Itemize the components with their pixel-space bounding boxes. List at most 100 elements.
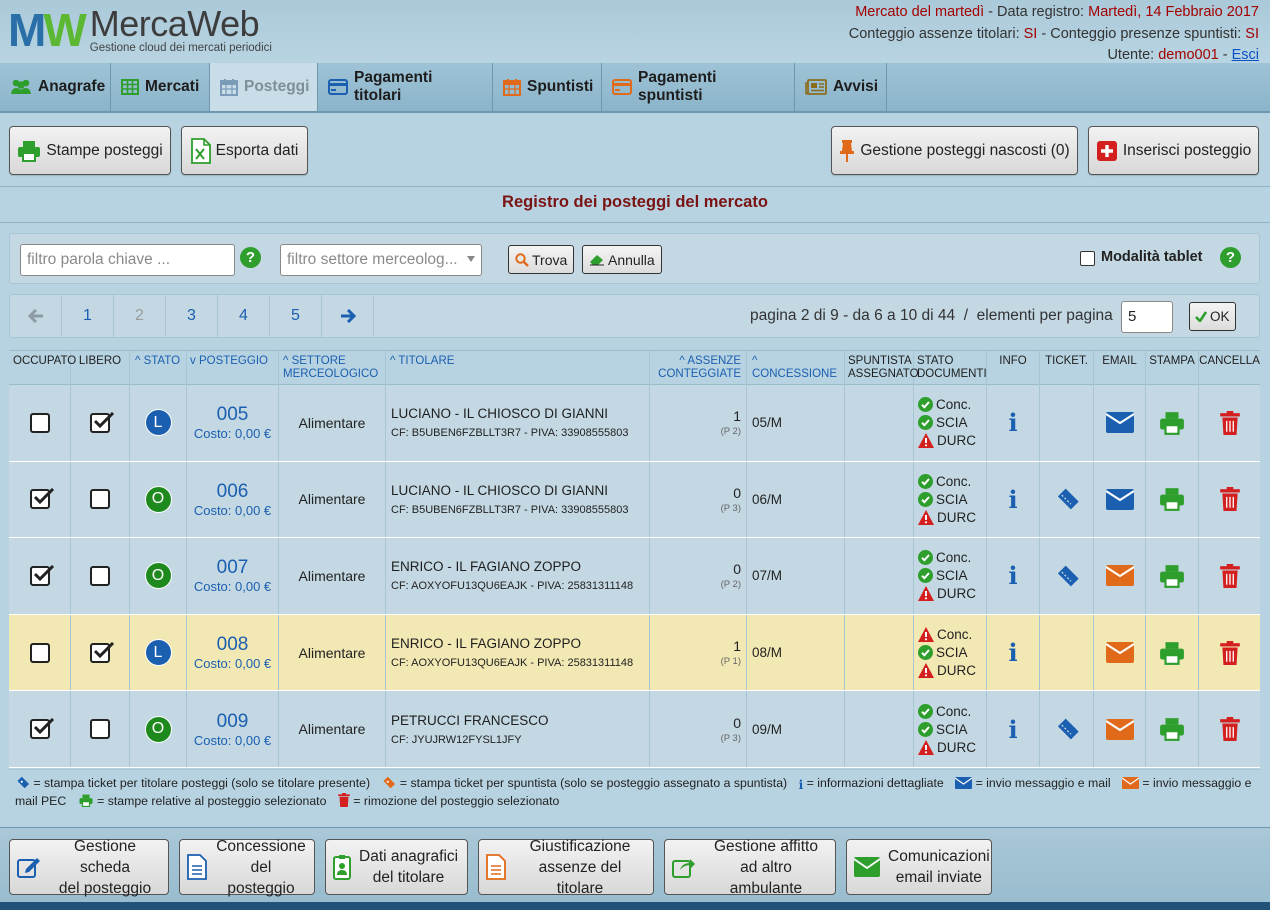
table-row[interactable]: O 007 Costo: 0,00 € Alimentare ENRICO - IL F… xyxy=(9,538,1260,615)
cancel-filter-button[interactable]: Annulla xyxy=(582,245,662,274)
info-icon[interactable]: i xyxy=(1008,715,1017,744)
printer-icon[interactable] xyxy=(1159,411,1185,435)
holder-data-button[interactable]: Dati anagrafici del titolare xyxy=(325,839,468,895)
col-header-posteggio[interactable]: v POSTEGGIO xyxy=(187,351,279,386)
sent-emails-button[interactable]: Comunicazioni email inviate xyxy=(846,839,992,895)
occupied-checkbox[interactable] xyxy=(29,488,54,510)
col-header-email: EMAIL xyxy=(1094,351,1146,386)
info-icon[interactable]: i xyxy=(1008,561,1017,590)
occupied-checkbox[interactable] xyxy=(29,718,54,740)
help-icon[interactable]: ? xyxy=(240,247,261,268)
info-icon[interactable]: i xyxy=(1008,408,1017,437)
printer-icon[interactable] xyxy=(1159,564,1185,588)
table-row[interactable]: L 008 Costo: 0,00 € Alimentare ENRICO - IL F… xyxy=(9,614,1260,692)
printer-icon[interactable] xyxy=(1159,641,1185,665)
occupied-checkbox[interactable] xyxy=(29,642,50,663)
insert-stall-button[interactable]: Inserisci posteggio xyxy=(1088,126,1259,175)
envelope-icon[interactable] xyxy=(1105,718,1134,740)
sector-filter-select[interactable]: filtro settore merceolog... xyxy=(280,244,482,276)
trash-icon[interactable] xyxy=(1219,563,1240,588)
main-nav: Anagrafe Mercati Posteggi Pagamenti tito… xyxy=(0,63,1270,113)
page-link-current[interactable]: 2 xyxy=(114,295,166,337)
page-link[interactable]: 4 xyxy=(218,295,270,337)
nav-item-avvisi[interactable]: Avvisi xyxy=(795,63,887,111)
prev-page-arrow-icon[interactable] xyxy=(10,295,62,337)
col-header-stato[interactable]: ^ STATO xyxy=(130,351,187,386)
stall-number-link[interactable]: 005 xyxy=(194,404,271,426)
absence-justification-button[interactable]: Giustificazione assenze del titolare xyxy=(478,838,654,897)
col-header-settore[interactable]: ^ SETTORE MERCEOLOGICO xyxy=(279,351,386,386)
document-icon xyxy=(187,854,207,880)
free-checkbox[interactable] xyxy=(90,565,110,586)
stall-concession-button[interactable]: Concessione del posteggio xyxy=(179,838,315,897)
col-header-libero[interactable]: LIBERO xyxy=(71,351,130,386)
trash-icon[interactable] xyxy=(1219,410,1240,435)
envelope-icon[interactable] xyxy=(1105,412,1134,434)
printer-icon[interactable] xyxy=(1159,487,1185,512)
ticket-icon[interactable] xyxy=(1054,717,1080,741)
doc-label: DURC xyxy=(937,663,976,679)
holder-tax-codes: CF: AOXYOFU13QU6EAJK - PIVA: 25831311148 xyxy=(391,657,634,670)
col-header-concessione[interactable]: ^ CONCESSIONE xyxy=(747,351,845,386)
envelope-icon xyxy=(1121,777,1139,789)
help-icon[interactable]: ? xyxy=(1220,247,1241,268)
concession-value: 06/M xyxy=(752,491,783,507)
document-icon xyxy=(486,854,506,880)
export-data-button[interactable]: Esporta dati xyxy=(181,126,308,175)
info-icon[interactable]: i xyxy=(1008,638,1017,667)
nav-item-anagrafe[interactable]: Anagrafe xyxy=(0,63,111,111)
printer-icon[interactable] xyxy=(1159,717,1185,742)
stall-number-link[interactable]: 008 xyxy=(194,634,271,656)
ticket-icon[interactable] xyxy=(1054,487,1080,511)
col-header-titolare[interactable]: ^ TITOLARE xyxy=(386,351,650,386)
free-checkbox[interactable] xyxy=(90,641,115,663)
free-checkbox[interactable] xyxy=(90,489,110,510)
nav-item-posteggi[interactable]: Posteggi xyxy=(210,63,318,111)
manage-stall-card-button[interactable]: Gestione scheda del posteggio xyxy=(9,838,169,897)
nav-item-pagamenti-titolari[interactable]: Pagamenti titolari xyxy=(318,63,493,111)
trash-icon[interactable] xyxy=(1219,487,1240,512)
documents-status: Conc. SCIA DURC xyxy=(914,549,986,603)
col-header-occupato[interactable]: OCCUPATO xyxy=(9,351,76,386)
keyword-filter-input[interactable]: filtro parola chiave ... xyxy=(20,244,235,276)
nav-item-mercati[interactable]: Mercati xyxy=(111,63,210,111)
tablet-mode-checkbox[interactable] xyxy=(1080,251,1095,266)
page-link[interactable]: 5 xyxy=(270,295,322,337)
page-link[interactable]: 1 xyxy=(62,295,114,337)
occupied-checkbox[interactable] xyxy=(29,564,54,586)
holder-tax-codes: CF: AOXYOFU13QU6EAJK - PIVA: 25831311148 xyxy=(391,580,634,593)
logout-link[interactable]: Esci xyxy=(1232,47,1259,63)
envelope-icon[interactable] xyxy=(1105,565,1134,587)
ticket-icon[interactable] xyxy=(1054,564,1080,588)
stall-number-link[interactable]: 006 xyxy=(194,481,271,503)
nav-item-spuntisti[interactable]: Spuntisti xyxy=(493,63,602,111)
rent-management-button[interactable]: Gestione affitto ad altro ambulante xyxy=(664,838,836,897)
tablet-mode-label: Modalità tablet xyxy=(1101,249,1203,265)
per-page-input[interactable]: 5 xyxy=(1121,301,1173,333)
stall-number-link[interactable]: 007 xyxy=(194,557,271,579)
info-icon[interactable]: i xyxy=(1008,485,1017,514)
stall-number-link[interactable]: 009 xyxy=(194,711,271,733)
printer-icon xyxy=(17,140,41,162)
page-link[interactable]: 3 xyxy=(166,295,218,337)
trash-icon[interactable] xyxy=(1219,717,1240,742)
ticket-icon xyxy=(381,776,396,789)
col-header-assenze[interactable]: ^ ASSENZE CONTEGGIATE xyxy=(650,351,747,386)
app-logo[interactable]: MW MercaWeb Gestione cloud dei mercati p… xyxy=(8,6,272,55)
occupied-checkbox[interactable] xyxy=(29,412,50,433)
free-checkbox[interactable] xyxy=(90,719,110,740)
header-info: Mercato del martedì - Data registro: Mar… xyxy=(848,4,1259,63)
per-page-ok-button[interactable]: OK xyxy=(1189,302,1236,331)
nav-item-pagamenti-spuntisti[interactable]: Pagamenti spuntisti xyxy=(602,63,795,111)
find-button[interactable]: Trova xyxy=(508,245,575,274)
print-stalls-button[interactable]: Stampe posteggi xyxy=(9,126,171,175)
table-row[interactable]: L 005 Costo: 0,00 € Alimentare LUCIANO - IL … xyxy=(9,385,1260,462)
trash-icon[interactable] xyxy=(1219,640,1240,665)
envelope-icon[interactable] xyxy=(1105,488,1134,510)
next-page-arrow-icon[interactable] xyxy=(322,295,374,337)
envelope-icon[interactable] xyxy=(1105,642,1134,664)
table-row[interactable]: O 006 Costo: 0,00 € Alimentare LUCIANO - IL … xyxy=(9,461,1260,539)
table-row[interactable]: O 009 Costo: 0,00 € Alimentare PETRUCCI FRAN… xyxy=(9,691,1260,768)
free-checkbox[interactable] xyxy=(90,411,115,433)
hidden-stalls-button[interactable]: Gestione posteggi nascosti (0) xyxy=(831,126,1078,175)
